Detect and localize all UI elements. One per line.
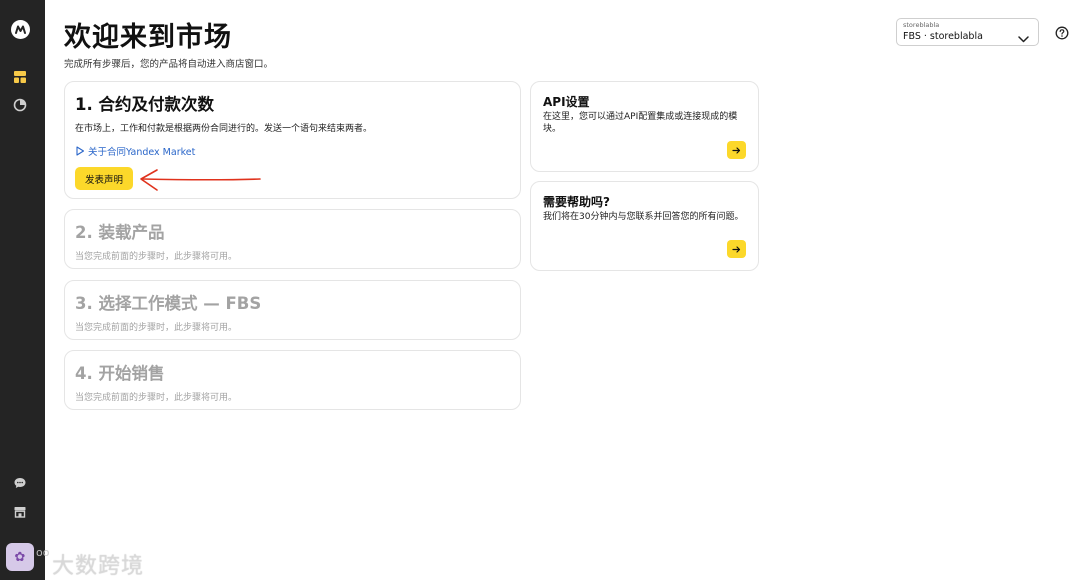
- market-logo-icon[interactable]: [11, 20, 30, 39]
- chevron-down-icon: [1018, 28, 1029, 47]
- dashboard-icon[interactable]: [13, 70, 28, 85]
- pie-chart-icon[interactable]: [13, 98, 28, 113]
- arrow-right-icon: [732, 245, 741, 253]
- watermark-logo-icon: ✿: [6, 543, 34, 571]
- app-root: ✿ oo 大数跨境 欢迎来到市场 完成所有步骤后，您的产品将自动进入商店窗口。 …: [0, 0, 1080, 580]
- store-select[interactable]: storeblabla FBS · storeblabla: [896, 18, 1039, 46]
- store-select-label: storeblabla: [903, 21, 940, 29]
- watermark-dots: oo: [36, 546, 50, 559]
- page-title: 欢迎来到市场: [64, 22, 232, 53]
- step-title: 4. 开始销售: [75, 364, 165, 383]
- question-circle-icon[interactable]: [1055, 25, 1069, 44]
- api-settings-description: 在这里，您可以通过API配置集成或连接现成的模块。: [543, 112, 738, 134]
- store-select-value: FBS · storeblabla: [903, 31, 983, 42]
- api-settings-title: API设置: [543, 95, 590, 109]
- step-description: 在市场上，工作和付款是根据两份合同进行的。发送一个语句来结束两者。: [75, 124, 373, 134]
- step-title: 3. 选择工作模式 — FBS: [75, 294, 262, 313]
- step-card-load-products: 2. 装载产品 当您完成前面的步骤时，此步骤将可用。: [64, 209, 521, 269]
- api-settings-card[interactable]: API设置 在这里，您可以通过API配置集成或连接现成的模块。: [530, 81, 759, 172]
- api-settings-arrow-button[interactable]: [727, 141, 746, 159]
- need-help-arrow-button[interactable]: [727, 240, 746, 258]
- need-help-card[interactable]: 需要帮助吗? 我们将在30分钟内与您联系并回答您的所有问题。: [530, 181, 759, 271]
- step-title: 2. 装载产品: [75, 223, 165, 242]
- need-help-title: 需要帮助吗?: [543, 195, 610, 209]
- submit-statement-button[interactable]: 发表声明: [75, 167, 133, 190]
- chat-icon[interactable]: [13, 476, 28, 491]
- step-card-work-mode: 3. 选择工作模式 — FBS 当您完成前面的步骤时，此步骤将可用。: [64, 280, 521, 340]
- step-description: 当您完成前面的步骤时，此步骤将可用。: [75, 252, 238, 262]
- play-outline-icon: [76, 146, 85, 156]
- store-icon[interactable]: [13, 505, 28, 520]
- step-description: 当您完成前面的步骤时，此步骤将可用。: [75, 393, 238, 403]
- page-subtitle: 完成所有步骤后，您的产品将自动进入商店窗口。: [64, 59, 274, 70]
- sidebar: ✿: [0, 0, 45, 580]
- arrow-right-icon: [732, 146, 741, 154]
- step-card-contract: 1. 合约及付款次数 在市场上，工作和付款是根据两份合同进行的。发送一个语句来结…: [64, 81, 521, 199]
- annotation-arrow: [140, 169, 261, 191]
- need-help-description: 我们将在30分钟内与您联系并回答您的所有问题。: [543, 212, 744, 222]
- contract-info-link[interactable]: 关于合同Yandex Market: [75, 144, 195, 158]
- step-description: 当您完成前面的步骤时，此步骤将可用。: [75, 323, 238, 333]
- contract-info-link-label: 关于合同Yandex Market: [88, 147, 196, 158]
- step-card-start-selling: 4. 开始销售 当您完成前面的步骤时，此步骤将可用。: [64, 350, 521, 410]
- watermark-text: 大数跨境: [52, 554, 145, 579]
- step-title: 1. 合约及付款次数: [75, 95, 214, 114]
